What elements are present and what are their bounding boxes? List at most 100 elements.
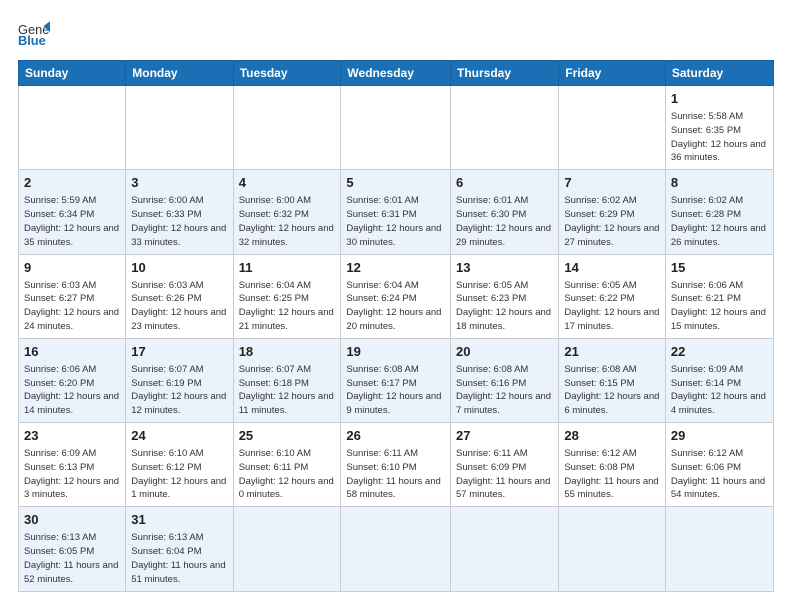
day-number: 8 (671, 174, 768, 192)
calendar-cell: 22 Sunrise: 6:09 AM Sunset: 6:14 PM Dayli… (665, 338, 773, 422)
calendar-cell: 12Sunrise: 6:04 AM Sunset: 6:24 PM Dayli… (341, 254, 451, 338)
day-info: Sunrise: 6:10 AM Sunset: 6:12 PM Dayligh… (131, 447, 227, 502)
calendar-cell (233, 507, 341, 591)
calendar-cell: 24 Sunrise: 6:10 AM Sunset: 6:12 PM Dayli… (126, 423, 233, 507)
calendar-cell: 16 Sunrise: 6:06 AM Sunset: 6:20 PM Dayli… (19, 338, 126, 422)
day-info: Sunrise: 6:09 AM Sunset: 6:13 PM Dayligh… (24, 447, 120, 502)
day-info: Sunrise: 6:13 AM Sunset: 6:05 PM Dayligh… (24, 531, 120, 586)
day-number: 14 (564, 259, 660, 277)
calendar-cell (451, 507, 559, 591)
calendar-cell: 6Sunrise: 6:01 AM Sunset: 6:30 PM Daylig… (451, 170, 559, 254)
day-info: Sunrise: 5:59 AM Sunset: 6:34 PM Dayligh… (24, 194, 120, 249)
day-number: 2 (24, 174, 120, 192)
day-number: 5 (346, 174, 445, 192)
calendar-week-row: 9 Sunrise: 6:03 AM Sunset: 6:27 PM Daylig… (19, 254, 774, 338)
calendar-cell: 8 Sunrise: 6:02 AM Sunset: 6:28 PM Daylig… (665, 170, 773, 254)
day-info: Sunrise: 6:12 AM Sunset: 6:06 PM Dayligh… (671, 447, 768, 502)
day-number: 31 (131, 511, 227, 529)
day-number: 20 (456, 343, 553, 361)
day-number: 28 (564, 427, 660, 445)
calendar-cell: 30 Sunrise: 6:13 AM Sunset: 6:05 PM Dayli… (19, 507, 126, 591)
calendar-cell (559, 86, 666, 170)
calendar-cell: 23 Sunrise: 6:09 AM Sunset: 6:13 PM Dayli… (19, 423, 126, 507)
calendar-cell: 11Sunrise: 6:04 AM Sunset: 6:25 PM Dayli… (233, 254, 341, 338)
calendar-cell: 2 Sunrise: 5:59 AM Sunset: 6:34 PM Daylig… (19, 170, 126, 254)
calendar-week-row: 2 Sunrise: 5:59 AM Sunset: 6:34 PM Daylig… (19, 170, 774, 254)
day-info: Sunrise: 6:00 AM Sunset: 6:32 PM Dayligh… (239, 194, 336, 249)
calendar-cell (19, 86, 126, 170)
weekday-header-sunday: Sunday (19, 61, 126, 86)
day-info: Sunrise: 6:11 AM Sunset: 6:09 PM Dayligh… (456, 447, 553, 502)
calendar-cell: 14 Sunrise: 6:05 AM Sunset: 6:22 PM Dayli… (559, 254, 666, 338)
day-info: Sunrise: 6:02 AM Sunset: 6:29 PM Dayligh… (564, 194, 660, 249)
calendar-cell: 7 Sunrise: 6:02 AM Sunset: 6:29 PM Daylig… (559, 170, 666, 254)
day-info: Sunrise: 6:07 AM Sunset: 6:18 PM Dayligh… (239, 363, 336, 418)
day-number: 13 (456, 259, 553, 277)
calendar-week-row: 16 Sunrise: 6:06 AM Sunset: 6:20 PM Dayli… (19, 338, 774, 422)
day-number: 16 (24, 343, 120, 361)
svg-text:Blue: Blue (18, 33, 46, 48)
calendar-cell (233, 86, 341, 170)
day-info: Sunrise: 6:06 AM Sunset: 6:21 PM Dayligh… (671, 279, 768, 334)
day-number: 27 (456, 427, 553, 445)
day-number: 30 (24, 511, 120, 529)
day-number: 4 (239, 174, 336, 192)
weekday-header-friday: Friday (559, 61, 666, 86)
day-info: Sunrise: 6:12 AM Sunset: 6:08 PM Dayligh… (564, 447, 660, 502)
calendar-cell (341, 507, 451, 591)
day-number: 21 (564, 343, 660, 361)
weekday-header-saturday: Saturday (665, 61, 773, 86)
day-number: 25 (239, 427, 336, 445)
day-info: Sunrise: 6:03 AM Sunset: 6:26 PM Dayligh… (131, 279, 227, 334)
calendar-cell: 29 Sunrise: 6:12 AM Sunset: 6:06 PM Dayli… (665, 423, 773, 507)
day-info: Sunrise: 6:09 AM Sunset: 6:14 PM Dayligh… (671, 363, 768, 418)
weekday-header-thursday: Thursday (451, 61, 559, 86)
day-info: Sunrise: 6:07 AM Sunset: 6:19 PM Dayligh… (131, 363, 227, 418)
day-number: 22 (671, 343, 768, 361)
calendar-week-row: 1Sunrise: 5:58 AM Sunset: 6:35 PM Daylig… (19, 86, 774, 170)
calendar-header-row: SundayMondayTuesdayWednesdayThursdayFrid… (19, 61, 774, 86)
day-number: 7 (564, 174, 660, 192)
calendar-cell (451, 86, 559, 170)
calendar-cell: 9 Sunrise: 6:03 AM Sunset: 6:27 PM Daylig… (19, 254, 126, 338)
day-number: 9 (24, 259, 120, 277)
day-info: Sunrise: 6:10 AM Sunset: 6:11 PM Dayligh… (239, 447, 336, 502)
calendar-cell: 3Sunrise: 6:00 AM Sunset: 6:33 PM Daylig… (126, 170, 233, 254)
page-header: General Blue (18, 18, 774, 50)
day-number: 26 (346, 427, 445, 445)
day-number: 19 (346, 343, 445, 361)
weekday-header-wednesday: Wednesday (341, 61, 451, 86)
day-number: 10 (131, 259, 227, 277)
day-number: 17 (131, 343, 227, 361)
weekday-header-monday: Monday (126, 61, 233, 86)
calendar-cell: 26Sunrise: 6:11 AM Sunset: 6:10 PM Dayli… (341, 423, 451, 507)
calendar-cell: 28 Sunrise: 6:12 AM Sunset: 6:08 PM Dayli… (559, 423, 666, 507)
day-info: Sunrise: 6:06 AM Sunset: 6:20 PM Dayligh… (24, 363, 120, 418)
calendar-table: SundayMondayTuesdayWednesdayThursdayFrid… (18, 60, 774, 592)
calendar-week-row: 30 Sunrise: 6:13 AM Sunset: 6:05 PM Dayli… (19, 507, 774, 591)
calendar-cell: 27 Sunrise: 6:11 AM Sunset: 6:09 PM Dayli… (451, 423, 559, 507)
day-info: Sunrise: 6:05 AM Sunset: 6:22 PM Dayligh… (564, 279, 660, 334)
day-info: Sunrise: 6:04 AM Sunset: 6:24 PM Dayligh… (346, 279, 445, 334)
calendar-cell: 10 Sunrise: 6:03 AM Sunset: 6:26 PM Dayli… (126, 254, 233, 338)
day-number: 29 (671, 427, 768, 445)
calendar-cell (665, 507, 773, 591)
day-number: 6 (456, 174, 553, 192)
calendar-cell: 18 Sunrise: 6:07 AM Sunset: 6:18 PM Dayli… (233, 338, 341, 422)
day-info: Sunrise: 6:04 AM Sunset: 6:25 PM Dayligh… (239, 279, 336, 334)
calendar-week-row: 23 Sunrise: 6:09 AM Sunset: 6:13 PM Dayli… (19, 423, 774, 507)
day-number: 24 (131, 427, 227, 445)
calendar-cell: 13 Sunrise: 6:05 AM Sunset: 6:23 PM Dayli… (451, 254, 559, 338)
day-info: Sunrise: 6:03 AM Sunset: 6:27 PM Dayligh… (24, 279, 120, 334)
day-number: 18 (239, 343, 336, 361)
day-info: Sunrise: 6:13 AM Sunset: 6:04 PM Dayligh… (131, 531, 227, 586)
day-info: Sunrise: 6:02 AM Sunset: 6:28 PM Dayligh… (671, 194, 768, 249)
calendar-cell (126, 86, 233, 170)
day-info: Sunrise: 6:01 AM Sunset: 6:31 PM Dayligh… (346, 194, 445, 249)
day-number: 23 (24, 427, 120, 445)
logo-icon: General Blue (18, 18, 50, 50)
calendar-cell: 17 Sunrise: 6:07 AM Sunset: 6:19 PM Dayli… (126, 338, 233, 422)
day-info: Sunrise: 6:05 AM Sunset: 6:23 PM Dayligh… (456, 279, 553, 334)
logo: General Blue (18, 18, 56, 50)
calendar-cell: 15Sunrise: 6:06 AM Sunset: 6:21 PM Dayli… (665, 254, 773, 338)
